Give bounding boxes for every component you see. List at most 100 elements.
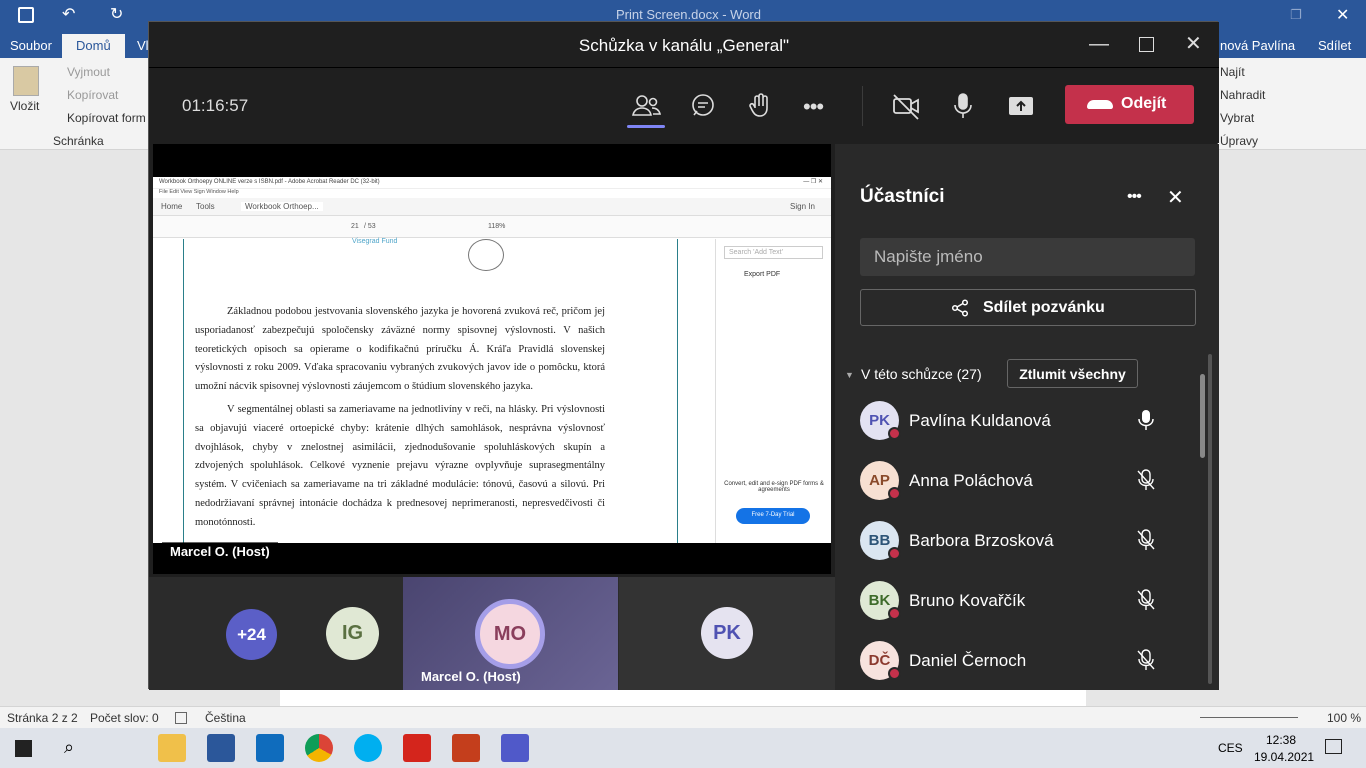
more-participants-avatar[interactable]: +24: [226, 609, 277, 660]
mic-muted-icon[interactable]: [1136, 589, 1156, 611]
pdf-toolbar: 21 / 53 118%: [153, 216, 831, 238]
outlook-icon[interactable]: [256, 734, 284, 762]
proofing-icon[interactable]: [175, 712, 187, 724]
cut-button[interactable]: Vyjmout: [67, 65, 110, 79]
mic-muted-icon[interactable]: [1136, 469, 1156, 491]
acrobat-icon[interactable]: [403, 734, 431, 762]
tab-file[interactable]: Soubor: [10, 38, 52, 53]
share-invite-label: Sdílet pozvánku: [983, 299, 1105, 316]
zoom-level[interactable]: 100 %: [1327, 711, 1361, 725]
pdf-page-total: / 53: [364, 223, 376, 230]
status-busy-icon: [888, 547, 901, 560]
select-button[interactable]: Vybrat: [1220, 111, 1254, 125]
undo-icon[interactable]: ↶: [62, 4, 75, 24]
teams-meeting-window: Schůzka v kanálu „General" — ✕ 01:16:57 …: [148, 21, 1219, 690]
replace-button[interactable]: Nahradit: [1220, 88, 1265, 102]
speaker-tile-label: Marcel O. (Host): [421, 669, 521, 684]
input-language[interactable]: CES: [1218, 741, 1243, 755]
clipboard-group-label: Schránka: [53, 134, 104, 148]
language-indicator[interactable]: Čeština: [205, 711, 246, 725]
pdf-trial-button: Free 7-Day Trial: [736, 508, 810, 524]
start-icon[interactable]: [15, 740, 32, 757]
redo-icon[interactable]: ↻: [110, 4, 123, 24]
in-meeting-section-label[interactable]: V této schůzce (27): [861, 366, 982, 382]
more-actions-icon[interactable]: •••: [803, 94, 835, 126]
speaker-tile[interactable]: MO Marcel O. (Host): [403, 577, 618, 690]
presenter-name-tag: Marcel O. (Host): [162, 542, 278, 561]
mic-on-icon[interactable]: [1136, 409, 1156, 431]
word-close-icon[interactable]: ✕: [1336, 5, 1349, 25]
participant-row[interactable]: DČ Daniel Černoch: [860, 637, 1180, 685]
word-status-bar: Stránka 2 z 2 Počet slov: 0 Čeština 100 …: [0, 706, 1366, 728]
zoom-slider[interactable]: [1200, 717, 1298, 718]
pdf-title-bar: Workbook Orthoepy ONLINE verze s ISBN.pd…: [153, 177, 831, 189]
pdf-menu: File Edit View Sign Window Help: [159, 189, 239, 195]
save-icon[interactable]: [18, 7, 34, 23]
participants-panel: Účastníci ••• ✕ Napište jméno Sdílet poz…: [835, 144, 1219, 690]
copy-button[interactable]: Kopírovat: [67, 88, 118, 102]
leave-button[interactable]: Odejít: [1065, 85, 1194, 124]
raise-hand-icon[interactable]: [745, 90, 777, 122]
participant-avatar-ig[interactable]: IG: [326, 607, 379, 660]
participant-name: Bruno Kovařčík: [909, 591, 1026, 610]
powerpoint-icon[interactable]: [452, 734, 480, 762]
minimize-icon[interactable]: —: [1089, 34, 1109, 54]
panel-more-icon[interactable]: •••: [1127, 188, 1142, 206]
section-collapse-icon[interactable]: ▼: [845, 370, 854, 380]
participant-tile-pk[interactable]: PK: [619, 577, 835, 690]
search-icon[interactable]: ⌕: [64, 737, 74, 758]
word-icon[interactable]: [207, 734, 235, 762]
pdf-tab-home: Home: [161, 202, 183, 211]
pdf-window-controls: — ❐ ✕: [803, 179, 823, 185]
pdf-body-text: Základnou podobou jestvovania slovenskéh…: [195, 241, 605, 533]
word-count[interactable]: Počet slov: 0: [90, 711, 159, 725]
participants-icon[interactable]: [630, 90, 662, 122]
panel-scroll-track: [1208, 354, 1212, 684]
find-button[interactable]: Najít: [1220, 65, 1245, 79]
toolbar-divider: [862, 86, 863, 126]
format-painter-button[interactable]: Kopírovat form: [67, 111, 146, 125]
panel-scrollbar[interactable]: [1200, 374, 1205, 458]
pdf-tabs: Home Tools Workbook Orthoep... Sign In: [153, 198, 831, 216]
teams-icon[interactable]: [501, 734, 529, 762]
pdf-tab-tools: Tools: [196, 202, 215, 211]
paste-button[interactable]: Vložit: [10, 99, 39, 113]
tab-home[interactable]: Domů: [62, 34, 125, 58]
pdf-export-label: Export PDF: [744, 271, 781, 278]
close-icon[interactable]: ✕: [1185, 34, 1202, 54]
participant-search-input[interactable]: Napište jméno: [860, 238, 1195, 276]
maximize-icon[interactable]: [1139, 37, 1154, 52]
pdf-sign-in: Sign In: [790, 202, 815, 211]
paste-icon[interactable]: [13, 66, 39, 96]
camera-off-icon[interactable]: [890, 90, 922, 122]
participant-row[interactable]: BB Barbora Brzosková: [860, 517, 1180, 565]
explorer-icon[interactable]: [158, 734, 186, 762]
chat-icon[interactable]: [687, 90, 719, 122]
chrome-icon[interactable]: [305, 734, 333, 762]
clock-date[interactable]: 19.04.2021: [1254, 750, 1314, 764]
share-screen-icon[interactable]: [1005, 90, 1037, 122]
participant-row[interactable]: PK Pavlína Kuldanová: [860, 397, 1180, 445]
participant-row[interactable]: AP Anna Poláchová: [860, 457, 1180, 505]
skype-icon[interactable]: [354, 734, 382, 762]
share-button[interactable]: Sdílet: [1318, 38, 1351, 53]
panel-close-icon[interactable]: ✕: [1167, 188, 1184, 208]
mic-muted-icon[interactable]: [1136, 649, 1156, 671]
notifications-icon[interactable]: [1325, 739, 1342, 754]
status-busy-icon: [888, 667, 901, 680]
clock-time[interactable]: 12:38: [1266, 733, 1296, 747]
participant-row[interactable]: BK Bruno Kovařčík: [860, 577, 1180, 625]
share-invite-button[interactable]: Sdílet pozvánku: [860, 289, 1196, 326]
hang-up-icon: [1087, 100, 1113, 109]
pdf-tab-document: Workbook Orthoep...: [241, 202, 323, 211]
panel-title: Účastníci: [860, 186, 945, 207]
mute-all-button[interactable]: Ztlumit všechny: [1007, 359, 1138, 388]
word-restore-icon[interactable]: ❐: [1290, 7, 1302, 23]
teams-title-bar: Schůzka v kanálu „General" — ✕: [149, 22, 1219, 68]
tab-view[interactable]: Vl: [137, 38, 149, 53]
mic-muted-icon[interactable]: [1136, 529, 1156, 551]
shared-screen[interactable]: Workbook Orthoepy ONLINE verze s ISBN.pd…: [153, 144, 831, 574]
microphone-icon[interactable]: [947, 90, 979, 122]
account-name[interactable]: nová Pavlína: [1220, 38, 1295, 53]
pdf-promo-text: Convert, edit and e-sign PDF forms & agr…: [724, 481, 824, 493]
